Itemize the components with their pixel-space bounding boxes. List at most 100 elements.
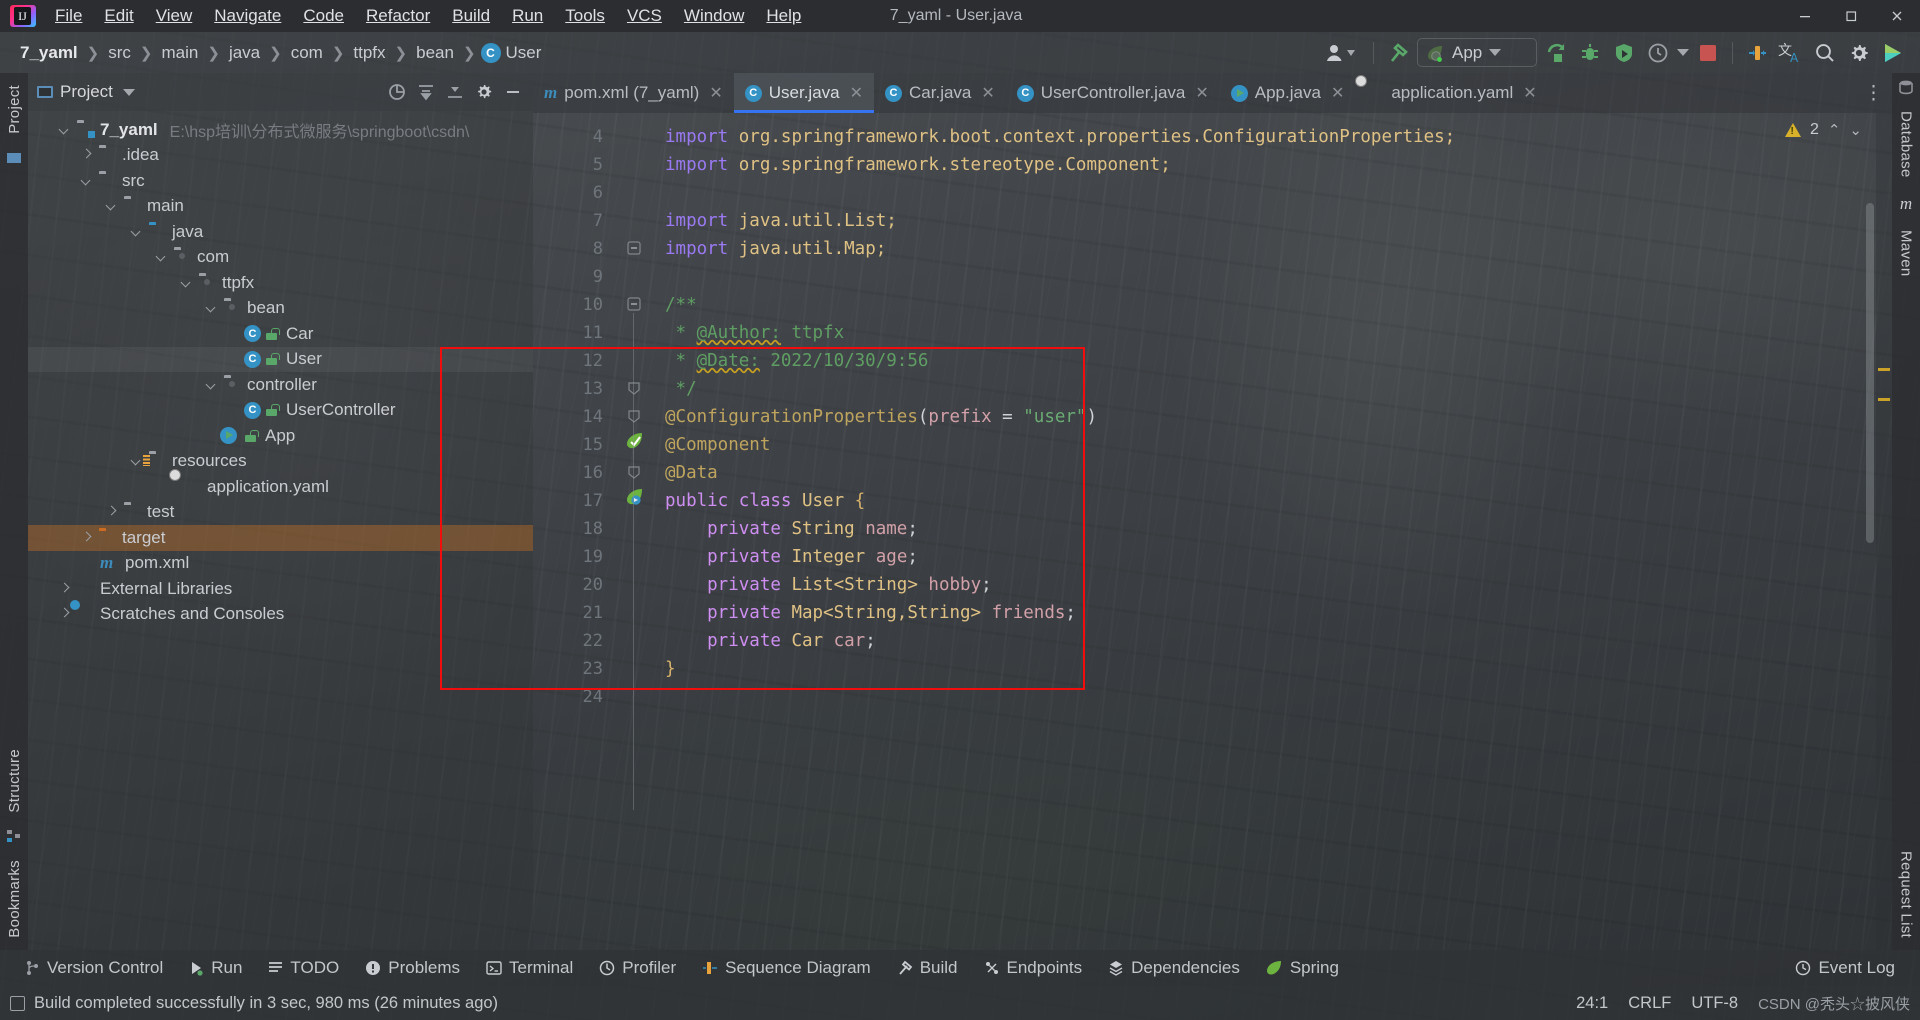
tree-item-7_yaml[interactable]: 7_yaml E:\hsp培训\分布式微服务\springboot\csdn\ [28,117,533,143]
tab-usercontroller-java[interactable]: C UserController.java ✕ [1006,73,1220,113]
breadcrumb-root[interactable]: 7_yaml [16,42,82,64]
collapse-all-icon[interactable] [443,80,467,104]
stripe-button-project[interactable]: Project [6,79,23,140]
chevron-down-icon[interactable] [130,454,144,468]
chevron-right-icon[interactable] [80,148,94,162]
tool-window-todo[interactable]: TODO [255,953,352,983]
fold-marker-imports[interactable] [627,241,641,255]
menu-tools[interactable]: Tools [554,2,616,30]
tree-item-test[interactable]: test [28,500,533,526]
tab-application-yaml[interactable]: application.yaml ✕ [1355,73,1547,113]
fold-marker-data[interactable] [627,465,641,479]
tree-item-target[interactable]: target [28,525,533,551]
chevron-down-icon[interactable] [1677,49,1689,56]
previous-problem-icon[interactable]: ⌃ [1828,121,1841,139]
tree-item-pom-xml[interactable]: m pom.xml [28,551,533,577]
tree-item-resources[interactable]: resources [28,449,533,475]
tree-item-java[interactable]: java [28,219,533,245]
chevron-down-icon[interactable] [58,123,72,137]
close-icon[interactable]: ✕ [1523,83,1536,103]
tree-item-main[interactable]: main [28,194,533,220]
tool-window-spring[interactable]: Spring [1253,953,1352,983]
stripe-button-bookmarks[interactable]: Bookmarks [6,854,23,944]
chevron-right-icon[interactable] [58,582,72,596]
stripe-button-database[interactable]: Database [1898,105,1915,184]
chevron-down-icon[interactable] [180,276,194,290]
tree-item-usercontroller[interactable]: C UserController [28,398,533,424]
tool-window-problems[interactable]: Problems [352,953,473,983]
caret-position[interactable]: 24:1 [1576,994,1608,1013]
tab-app-java[interactable]: App.java ✕ [1220,73,1356,113]
warning-marker[interactable] [1878,398,1890,401]
chevron-down-icon[interactable] [205,378,219,392]
expand-all-icon[interactable] [414,80,438,104]
chevron-right-icon[interactable] [80,531,94,545]
layout-icon[interactable] [1742,39,1772,67]
translate-icon[interactable]: 文 A [1776,39,1806,67]
chevron-down-icon[interactable] [205,301,219,315]
menu-build[interactable]: Build [441,2,501,30]
menu-file[interactable]: File [44,2,93,30]
tool-window-event-log[interactable]: Event Log [1782,953,1908,983]
warning-marker[interactable] [1878,368,1890,371]
spring-config-gutter-icon[interactable] [625,487,645,507]
more-options-icon[interactable]: ⋮ [1864,82,1884,105]
run-with-coverage-button[interactable] [1609,39,1639,67]
editor-scrollbar[interactable] [1866,203,1874,543]
fold-marker-javadoc-start[interactable] [627,297,641,311]
menu-vcs[interactable]: VCS [616,2,673,30]
inspection-widget[interactable]: 2 ⌃ ⌄ [1784,121,1862,139]
tool-window-endpoints[interactable]: Endpoints [971,953,1096,983]
next-problem-icon[interactable]: ⌄ [1849,121,1862,139]
chevron-right-icon[interactable] [105,505,119,519]
tree-item-car[interactable]: C Car [28,321,533,347]
select-opened-file-icon[interactable] [385,80,409,104]
line-separator[interactable]: CRLF [1628,994,1671,1013]
menu-refactor[interactable]: Refactor [355,2,441,30]
tree-item-idea[interactable]: .idea [28,143,533,169]
tree-item-scratches-and-consoles[interactable]: Scratches and Consoles [28,602,533,628]
tree-item-ttpfx[interactable]: ttpfx [28,270,533,296]
error-stripe-marker-bar[interactable] [1876,113,1892,950]
breadcrumb-item-main[interactable]: main [158,42,203,64]
tree-item-external-libraries[interactable]: External Libraries [28,576,533,602]
tree-item-user[interactable]: C User [28,346,533,372]
run-button[interactable] [1541,39,1571,67]
close-icon[interactable]: ✕ [1195,83,1208,103]
menu-run[interactable]: Run [501,2,554,30]
hammer-build-icon[interactable] [1383,39,1413,67]
settings-gear-icon[interactable] [472,80,496,104]
tool-window-terminal[interactable]: Terminal [473,953,586,983]
search-everywhere-icon[interactable] [1810,39,1840,67]
menu-window[interactable]: Window [673,2,755,30]
tool-window-dependencies[interactable]: Dependencies [1095,953,1253,983]
breadcrumb-item-bean[interactable]: bean [412,42,458,64]
code-text[interactable]: import org.springframework.boot.context.… [657,113,1876,950]
breadcrumb-item-src[interactable]: src [104,42,135,64]
tab-car-java[interactable]: C Car.java ✕ [874,73,1006,113]
tree-item-app[interactable]: App [28,423,533,449]
debug-button[interactable] [1575,39,1605,67]
spring-bean-gutter-icon[interactable] [625,431,645,451]
profiler-button[interactable] [1643,39,1673,67]
chevron-down-icon[interactable] [130,225,144,239]
tool-window-run[interactable]: Run [176,953,255,983]
tool-window-sequence-diagram[interactable]: Sequence Diagram [689,953,884,983]
stripe-button-request-list[interactable]: Request List [1898,845,1915,944]
run-configuration-selector[interactable]: App [1417,38,1537,67]
close-icon[interactable]: ✕ [981,83,994,103]
chevron-right-icon[interactable] [58,607,72,621]
breadcrumb-item-ttpfx[interactable]: ttpfx [349,42,389,64]
menu-view[interactable]: View [145,2,204,30]
menu-help[interactable]: Help [755,2,812,30]
chevron-down-icon[interactable] [122,88,135,96]
chevron-down-icon[interactable] [105,199,119,213]
code-editor[interactable]: 2 ⌃ ⌄ 4 5 6 7 8 9 10 11 12 13 14 [533,113,1892,950]
menu-code[interactable]: Code [292,2,355,30]
menu-navigate[interactable]: Navigate [203,2,292,30]
tab-user-java[interactable]: C User.java ✕ [733,73,875,113]
breadcrumb-item-com[interactable]: com [287,42,327,64]
chevron-down-icon[interactable] [80,174,94,188]
breadcrumb-item-java[interactable]: java [225,42,264,64]
close-icon[interactable]: ✕ [1331,83,1344,103]
